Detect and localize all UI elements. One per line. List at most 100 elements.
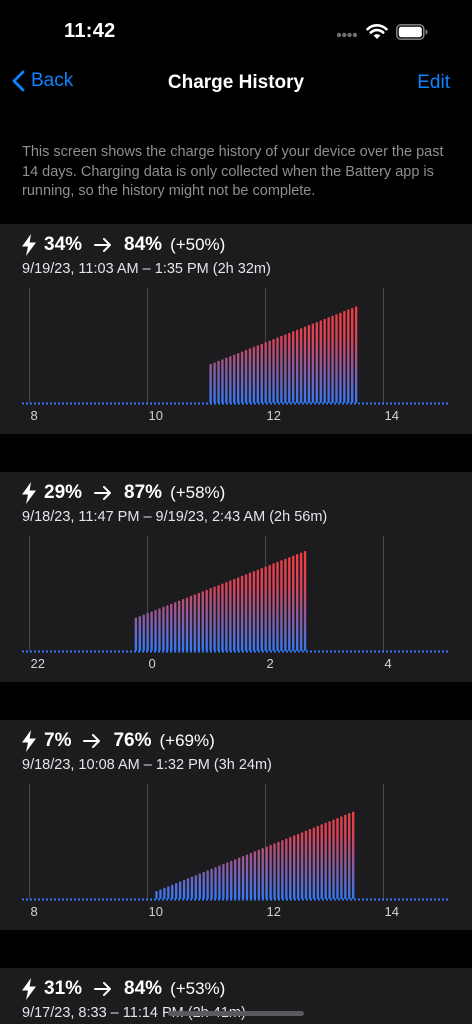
chart-tick-label: 22 xyxy=(31,656,45,671)
chart-bar xyxy=(236,577,240,651)
intro-description: This screen shows the charge history of … xyxy=(22,144,444,199)
chart-bar xyxy=(276,337,279,403)
back-button[interactable]: Back xyxy=(12,70,73,92)
chart-bar xyxy=(230,860,233,899)
chart-bar xyxy=(134,617,138,651)
chart-bar xyxy=(316,825,319,899)
chart-tick-label: 8 xyxy=(31,408,38,423)
chart-bar xyxy=(194,875,198,899)
chart-bar xyxy=(303,550,307,651)
charge-session-card[interactable]: 34% 84% (+50%) 9/19/23, 11:03 AM – 1:35 … xyxy=(0,224,472,434)
chart-bar xyxy=(217,585,220,651)
lightning-bolt-icon xyxy=(22,978,36,1000)
chart-bar xyxy=(308,829,312,899)
chart-bar xyxy=(244,574,248,651)
level-delta: (+50%) xyxy=(170,235,226,254)
chart-bar xyxy=(182,879,186,899)
chart-bar xyxy=(280,335,283,403)
chart-bar xyxy=(273,843,276,899)
chart-bar xyxy=(233,578,236,651)
chart-bar xyxy=(264,342,267,403)
arrow-right-icon xyxy=(83,734,101,748)
chart-bar xyxy=(201,591,204,651)
charge-chart: 8 10 12 14 xyxy=(22,784,450,919)
chart-bar xyxy=(335,314,338,403)
chart-bar xyxy=(320,824,323,899)
status-bar: 11:42 xyxy=(0,0,472,60)
chart-bar xyxy=(248,572,252,651)
chart-bar xyxy=(311,323,315,403)
battery-icon xyxy=(396,24,428,40)
charge-session-card[interactable]: 7% 76% (+69%) 9/18/23, 10:08 AM – 1:32 P… xyxy=(0,720,472,930)
chart-bar xyxy=(332,819,335,899)
lightning-bolt-icon xyxy=(22,482,36,504)
start-level: 34% xyxy=(44,234,83,255)
chart-bar xyxy=(138,616,141,651)
chart-bar xyxy=(249,852,253,899)
chart-bar xyxy=(268,340,271,403)
charge-session-card[interactable]: 29% 87% (+58%) 9/18/23, 11:47 PM – 9/19/… xyxy=(0,472,472,682)
chart-bar xyxy=(293,835,296,899)
chart-bar xyxy=(245,854,249,899)
chart-bar xyxy=(181,599,185,651)
chart-bar xyxy=(307,325,311,403)
chart-bar xyxy=(186,878,190,899)
chart-bar xyxy=(217,360,220,403)
chart-bar xyxy=(206,870,209,899)
start-level: 7% xyxy=(44,730,72,751)
chart-bar xyxy=(303,326,307,403)
chart-bar xyxy=(185,597,189,651)
chart-bar xyxy=(174,602,177,651)
chart-tick-label: 0 xyxy=(149,656,156,671)
chart-bar xyxy=(331,315,334,403)
charge-session-summary: 31% 84% (+53%) xyxy=(22,978,225,1000)
chart-bar xyxy=(304,830,308,899)
chart-bar xyxy=(178,881,182,899)
chart-bar xyxy=(295,329,299,403)
chart-bar xyxy=(213,586,216,651)
chart-bar xyxy=(237,857,241,899)
charge-chart: 8 10 12 14 xyxy=(22,288,450,423)
chart-tick-label: 2 xyxy=(267,656,274,671)
chart-bar xyxy=(299,328,303,403)
chart-bar xyxy=(226,862,229,899)
chart-bar xyxy=(221,583,224,651)
chart-bar xyxy=(214,867,217,899)
chart-bar xyxy=(284,558,287,651)
chart-bar xyxy=(324,822,327,899)
chart-bar xyxy=(150,611,153,651)
chart-bar xyxy=(256,345,260,403)
chart-bar xyxy=(256,569,260,651)
chart-bar xyxy=(300,832,304,899)
chart-bar xyxy=(209,588,212,651)
start-level: 29% xyxy=(44,482,83,503)
chart-bar xyxy=(354,306,358,403)
chart-bar xyxy=(344,814,347,899)
chart-bar xyxy=(162,606,165,651)
chart-bar xyxy=(312,827,316,899)
chart-tick-label: 12 xyxy=(267,408,281,423)
charge-session-summary: 7% 76% (+69%) xyxy=(22,730,215,752)
home-indicator xyxy=(168,1011,304,1016)
edit-button[interactable]: Edit xyxy=(417,72,450,94)
session-time-range: 9/18/23, 11:47 PM – 9/19/23, 2:43 AM (2h… xyxy=(22,509,328,525)
chart-bar xyxy=(268,564,271,651)
level-delta: (+53%) xyxy=(170,979,226,998)
chart-bar xyxy=(315,321,318,403)
cellular-signal-icon xyxy=(336,32,358,38)
chart-bar xyxy=(154,609,157,651)
chart-bar xyxy=(260,343,263,403)
chart-bar xyxy=(193,594,197,651)
chart-bar xyxy=(319,320,322,403)
arrow-right-icon xyxy=(94,486,112,500)
chart-bar xyxy=(225,581,228,651)
chart-bar xyxy=(260,568,263,651)
start-level: 31% xyxy=(44,978,83,999)
arrow-right-icon xyxy=(94,238,112,252)
chart-bar xyxy=(285,838,288,899)
chart-bar xyxy=(155,890,158,899)
chart-tick-label: 14 xyxy=(385,408,399,423)
chart-bar xyxy=(170,603,173,651)
chart-bar xyxy=(328,821,331,899)
lightning-bolt-icon xyxy=(22,234,36,256)
